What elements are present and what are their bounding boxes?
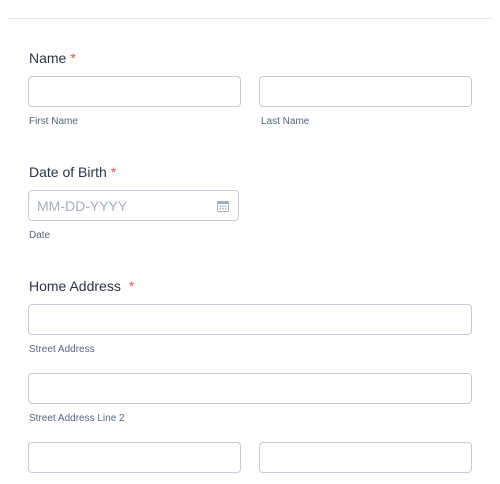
first-name-field[interactable] <box>28 76 241 107</box>
street-address-line2-sublabel: Street Address Line 2 <box>29 413 125 424</box>
street-address-sublabel: Street Address <box>29 344 95 355</box>
street-address-line2-input[interactable] <box>29 374 471 403</box>
last-name-input[interactable] <box>260 77 471 106</box>
state-input[interactable] <box>260 443 471 472</box>
required-asterisk: * <box>70 50 76 66</box>
street-address-input[interactable] <box>29 305 471 334</box>
name-label-text: Name <box>29 50 67 66</box>
date-sublabel: Date <box>29 230 51 241</box>
street-address-line2-field[interactable] <box>28 373 472 404</box>
home-address-label: Home Address * <box>29 278 134 294</box>
name-label: Name * <box>29 50 76 66</box>
city-input[interactable] <box>29 443 240 472</box>
last-name-field[interactable] <box>259 76 472 107</box>
date-of-birth-input[interactable] <box>29 191 238 220</box>
top-divider <box>8 18 492 19</box>
required-asterisk: * <box>128 278 135 294</box>
home-address-label-text: Home Address <box>29 278 121 294</box>
required-asterisk: * <box>110 164 117 180</box>
calendar-icon[interactable] <box>217 200 229 212</box>
date-of-birth-field[interactable] <box>28 190 239 221</box>
city-field[interactable] <box>28 442 241 473</box>
last-name-sublabel: Last Name <box>261 116 310 127</box>
dob-label: Date of Birth * <box>29 164 116 180</box>
street-address-field[interactable] <box>28 304 472 335</box>
first-name-input[interactable] <box>29 77 240 106</box>
state-field[interactable] <box>259 442 472 473</box>
first-name-sublabel: First Name <box>29 116 78 127</box>
dob-label-text: Date of Birth <box>29 164 107 180</box>
